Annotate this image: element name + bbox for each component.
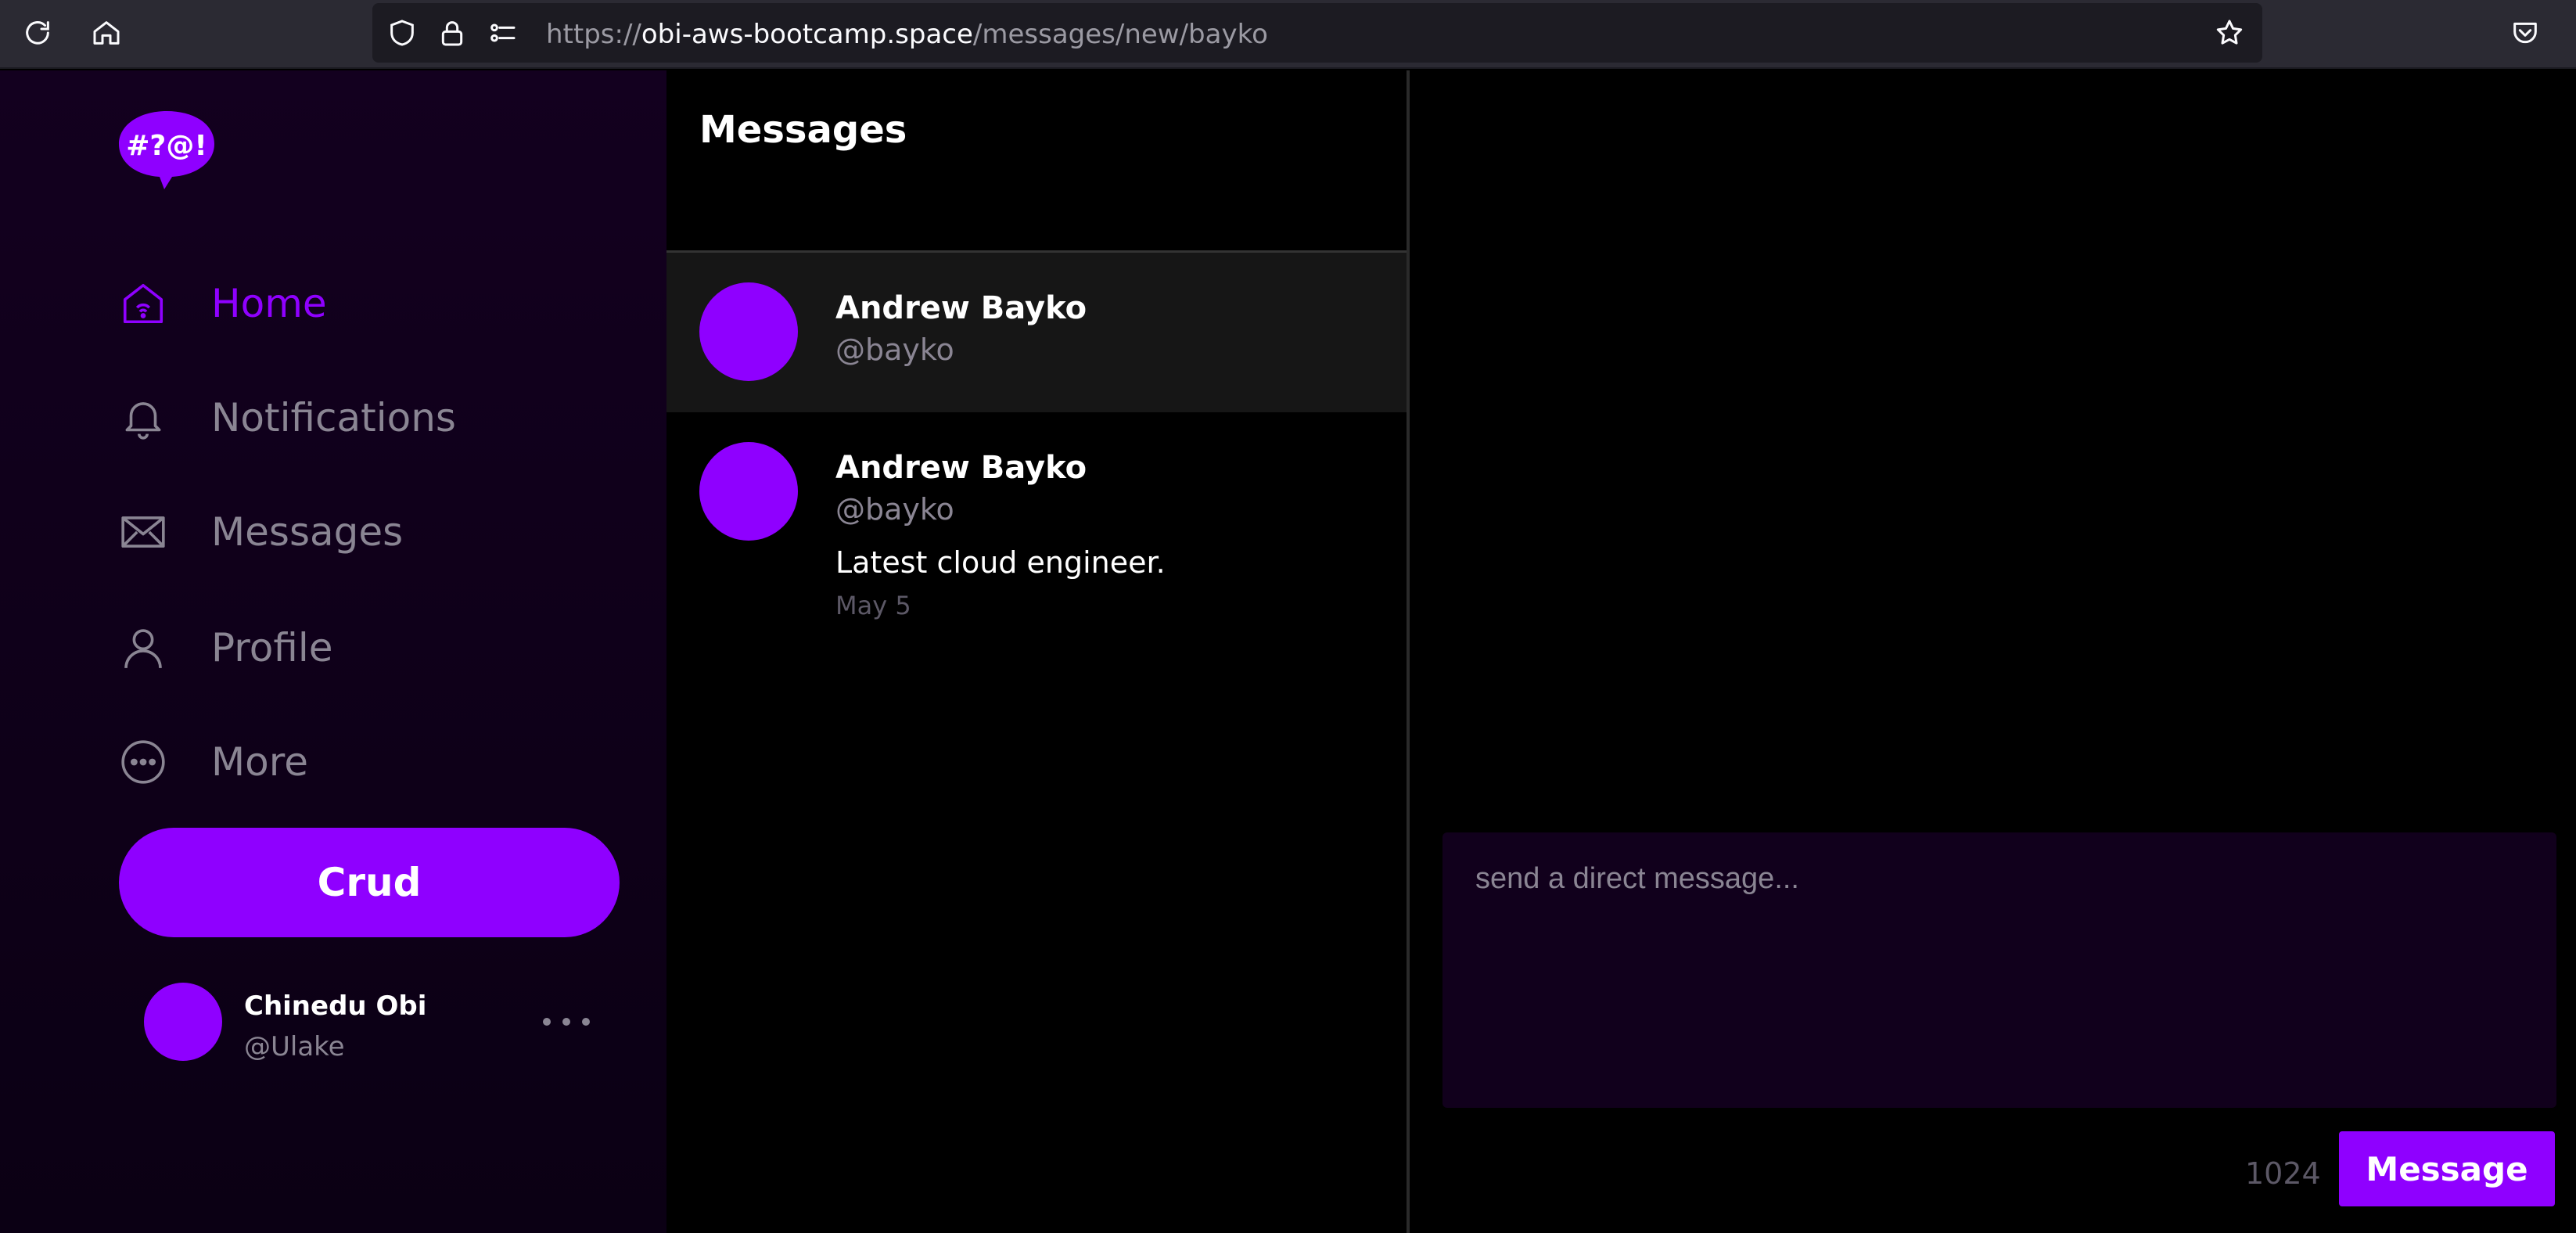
shield-icon[interactable]	[386, 17, 418, 49]
ellipsis-circle-icon	[117, 736, 169, 788]
user-icon	[117, 622, 169, 674]
avatar[interactable]	[144, 983, 222, 1061]
sidebar-item-label: More	[211, 739, 308, 785]
lock-icon[interactable]	[437, 17, 468, 49]
avatar[interactable]	[699, 282, 798, 381]
conversation-item[interactable]: Andrew Bayko @bayko	[666, 253, 1407, 412]
home-icon[interactable]	[88, 14, 125, 52]
bell-icon	[117, 392, 169, 444]
permissions-icon[interactable]	[487, 17, 518, 49]
user-handle: @Ulake	[244, 1031, 345, 1062]
message-thread-panel: 1024 Message	[1410, 70, 2576, 1233]
svg-text:#?@!: #?@!	[126, 130, 207, 162]
send-message-button[interactable]: Message	[2339, 1131, 2555, 1206]
pocket-icon[interactable]	[2506, 14, 2544, 52]
sidebar-item-messages[interactable]: Messages	[117, 501, 618, 563]
sidebar-item-more[interactable]: More	[117, 731, 618, 793]
sidebar-item-label: Profile	[211, 625, 333, 670]
sidebar: #?@! Home Notifications Messages Profile…	[0, 70, 666, 1233]
message-groups-panel: Messages Andrew Bayko @bayko Andrew Bayk…	[666, 70, 1410, 1233]
sidebar-item-notifications[interactable]: Notifications	[117, 386, 618, 449]
sidebar-item-profile[interactable]: Profile	[117, 616, 618, 679]
sidebar-item-home[interactable]: Home	[117, 272, 618, 335]
conversation-name: Andrew Bayko	[835, 450, 1087, 486]
current-user-profile[interactable]: Chinedu Obi @Ulake	[144, 983, 613, 1069]
character-count: 1024	[2245, 1156, 2321, 1191]
conversation-handle: @bayko	[835, 333, 954, 367]
sidebar-item-label: Notifications	[211, 395, 456, 440]
direct-message-input[interactable]	[1442, 832, 2556, 1108]
conversation-item[interactable]: Andrew Bayko @bayko Latest cloud enginee…	[666, 412, 1407, 631]
home-icon	[117, 278, 169, 329]
address-bar[interactable]: https://obi-aws-bootcamp.space/messages/…	[372, 3, 2262, 63]
browser-toolbar: https://obi-aws-bootcamp.space/messages/…	[0, 0, 2576, 69]
bookmark-star-icon[interactable]	[2214, 17, 2245, 49]
message-preview: Latest cloud engineer.	[835, 545, 1166, 580]
app-logo[interactable]: #?@!	[117, 110, 216, 191]
message-date: May 5	[835, 591, 911, 620]
sidebar-item-label: Home	[211, 281, 327, 326]
conversation-name: Andrew Bayko	[835, 290, 1087, 326]
conversation-handle: @bayko	[835, 492, 954, 527]
envelope-icon	[117, 506, 169, 558]
page-title: Messages	[699, 108, 907, 152]
user-display-name: Chinedu Obi	[244, 990, 427, 1022]
sidebar-item-label: Messages	[211, 509, 404, 555]
reload-icon[interactable]	[19, 14, 56, 52]
avatar[interactable]	[699, 442, 798, 541]
more-options-icon[interactable]	[543, 1006, 590, 1037]
url-text[interactable]: https://obi-aws-bootcamp.space/messages/…	[546, 19, 1268, 50]
crud-button[interactable]: Crud	[119, 828, 620, 937]
